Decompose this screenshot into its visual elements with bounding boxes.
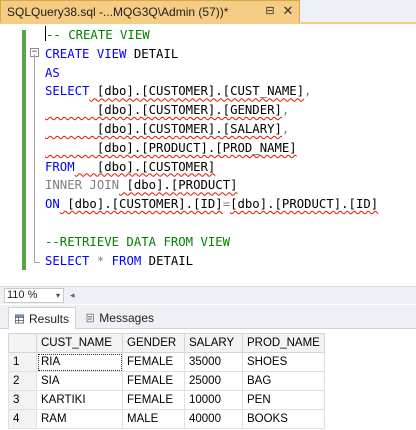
table-row[interactable]: 3 KARTIKI FEMALE 10000 PEN <box>8 390 325 410</box>
code-line[interactable]: FROM [dbo].[CUSTOMER] <box>45 158 378 177</box>
code-token: , <box>304 84 312 99</box>
table-cell[interactable]: FEMALE <box>122 390 185 410</box>
sql-editor[interactable]: − -- CREATE VIEW CREATE VIEW DETAIL AS SELE… <box>0 24 416 284</box>
code-token: [dbo].[CUSTOMER].[GENDER] <box>45 103 282 118</box>
code-token: SELECT <box>45 84 90 99</box>
code-line[interactable]: SELECT [dbo].[CUSTOMER].[CUST_NAME], <box>45 82 378 101</box>
code-token: = <box>222 197 231 212</box>
code-line[interactable]: INNER JOIN [dbo].[PRODUCT] <box>45 176 378 195</box>
code-line[interactable]: AS <box>45 64 378 83</box>
zoom-bar: 110 % ▾ ◂ <box>0 286 416 304</box>
column-header[interactable]: PROD_NAME <box>242 333 325 353</box>
code-token: , <box>281 121 290 136</box>
table-row[interactable]: 1 RIA FEMALE 35000 SHOES <box>8 352 325 372</box>
zoom-dropdown[interactable]: 110 % ▾ <box>4 288 64 303</box>
table-cell[interactable]: SHOES <box>242 352 325 372</box>
grid-icon <box>15 314 24 323</box>
table-cell[interactable]: RIA <box>36 352 123 372</box>
code-token: [dbo].[PRODUCT] <box>119 178 238 193</box>
scroll-left-icon[interactable]: ◂ <box>70 290 75 301</box>
code-token: CREATE VIEW <box>45 46 127 61</box>
code-token: , <box>281 103 290 118</box>
code-token: DETAIL <box>141 253 194 268</box>
table-cell[interactable]: FEMALE <box>122 352 185 372</box>
outline-end <box>34 262 40 263</box>
zoom-value: 110 % <box>7 289 38 301</box>
tab-results[interactable]: Results <box>8 307 76 329</box>
code-token: [dbo].[CUSTOMER] <box>74 159 216 174</box>
code-token: FROM <box>45 159 75 174</box>
table-cell[interactable]: SIA <box>36 371 123 391</box>
query-tab-title: SQLQuery38.sql -...MQG3Q\Admin (57))* <box>7 4 229 19</box>
document-tab-strip: SQLQuery38.sql -...MQG3Q\Admin (57))* ⊟ … <box>0 0 416 22</box>
code-line[interactable]: SELECT * FROM DETAIL <box>45 252 378 271</box>
query-tab[interactable]: SQLQuery38.sql -...MQG3Q\Admin (57))* ⊟ … <box>0 0 300 22</box>
row-number[interactable]: 4 <box>8 409 37 429</box>
table-cell[interactable]: 40000 <box>184 409 243 429</box>
editor-margin <box>0 24 22 284</box>
tab-messages[interactable]: Messages <box>80 307 160 329</box>
grid-header-row: CUST_NAME GENDER SALARY PROD_NAME <box>8 333 325 353</box>
code-token: [dbo].[CUSTOMER].[CUST_NAME] <box>89 84 305 99</box>
table-row[interactable]: 4 RAM MALE 40000 BOOKS <box>8 409 325 429</box>
code-token: * <box>89 253 112 268</box>
row-number[interactable]: 1 <box>8 352 37 372</box>
column-header[interactable]: CUST_NAME <box>36 333 123 353</box>
code-line[interactable]: CREATE VIEW DETAIL <box>45 45 378 64</box>
row-number-header[interactable] <box>8 333 37 353</box>
chevron-down-icon: ▾ <box>55 291 60 300</box>
table-cell[interactable]: KARTIKI <box>36 390 123 410</box>
code-line[interactable]: -- CREATE VIEW <box>45 26 378 45</box>
table-cell[interactable]: RAM <box>36 409 123 429</box>
results-pane: Results Messages CUST_NAME GENDER SALARY… <box>0 305 416 430</box>
code-token: FROM <box>111 253 142 268</box>
table-cell[interactable]: BOOKS <box>242 409 325 429</box>
table-cell[interactable]: 10000 <box>184 390 243 410</box>
table-cell[interactable]: FEMALE <box>122 371 185 391</box>
code-line[interactable]: ON [dbo].[CUSTOMER].[ID]=[dbo].[PRODUCT]… <box>45 195 378 214</box>
column-header[interactable]: GENDER <box>122 333 185 353</box>
table-cell[interactable]: 25000 <box>184 371 243 391</box>
code-line[interactable]: [dbo].[CUSTOMER].[GENDER], <box>45 101 378 120</box>
code-token: ON <box>45 197 60 212</box>
code-token: [dbo].[PRODUCT].[ID] <box>230 197 379 212</box>
code-line[interactable] <box>45 214 378 233</box>
code-token: -- CREATE VIEW <box>46 28 150 42</box>
messages-icon <box>86 313 94 323</box>
table-cell[interactable]: BAG <box>242 371 325 391</box>
tab-results-label: Results <box>28 311 69 326</box>
code-token: INNER JOIN <box>45 178 120 193</box>
results-grid[interactable]: CUST_NAME GENDER SALARY PROD_NAME 1 RIA … <box>8 333 325 429</box>
code-line[interactable]: --RETRIEVE DATA FROM VIEW <box>45 233 378 252</box>
column-header[interactable]: SALARY <box>184 333 243 353</box>
code-token: AS <box>45 65 60 80</box>
code-token: [dbo].[PRODUCT].[PROD_NAME] <box>45 140 297 155</box>
code-token: DETAIL <box>126 46 179 61</box>
pin-icon[interactable]: ⊟ <box>263 4 277 18</box>
change-tracking-bar <box>22 30 26 270</box>
row-number[interactable]: 2 <box>8 371 37 391</box>
row-number[interactable]: 3 <box>8 390 37 410</box>
code-token: SELECT <box>45 253 90 268</box>
code-token: [dbo].[CUSTOMER].[SALARY] <box>45 121 282 136</box>
table-cell[interactable]: PEN <box>242 390 325 410</box>
table-cell[interactable]: 35000 <box>184 352 243 372</box>
code-token: [dbo].[CUSTOMER].[ID] <box>59 197 223 212</box>
code-line[interactable]: [dbo].[CUSTOMER].[SALARY], <box>45 120 378 139</box>
code-line[interactable]: [dbo].[PRODUCT].[PROD_NAME] <box>45 139 378 158</box>
close-icon[interactable]: ✕ <box>281 4 295 18</box>
code-token: --RETRIEVE DATA FROM VIEW <box>45 234 231 249</box>
results-tab-strip: Results Messages <box>0 305 416 329</box>
table-cell[interactable]: MALE <box>122 409 185 429</box>
tab-messages-label: Messages <box>99 311 154 325</box>
code-text[interactable]: -- CREATE VIEW CREATE VIEW DETAIL AS SELECT… <box>45 26 378 270</box>
table-row[interactable]: 2 SIA FEMALE 25000 BAG <box>8 371 325 391</box>
outline-line <box>34 54 35 262</box>
